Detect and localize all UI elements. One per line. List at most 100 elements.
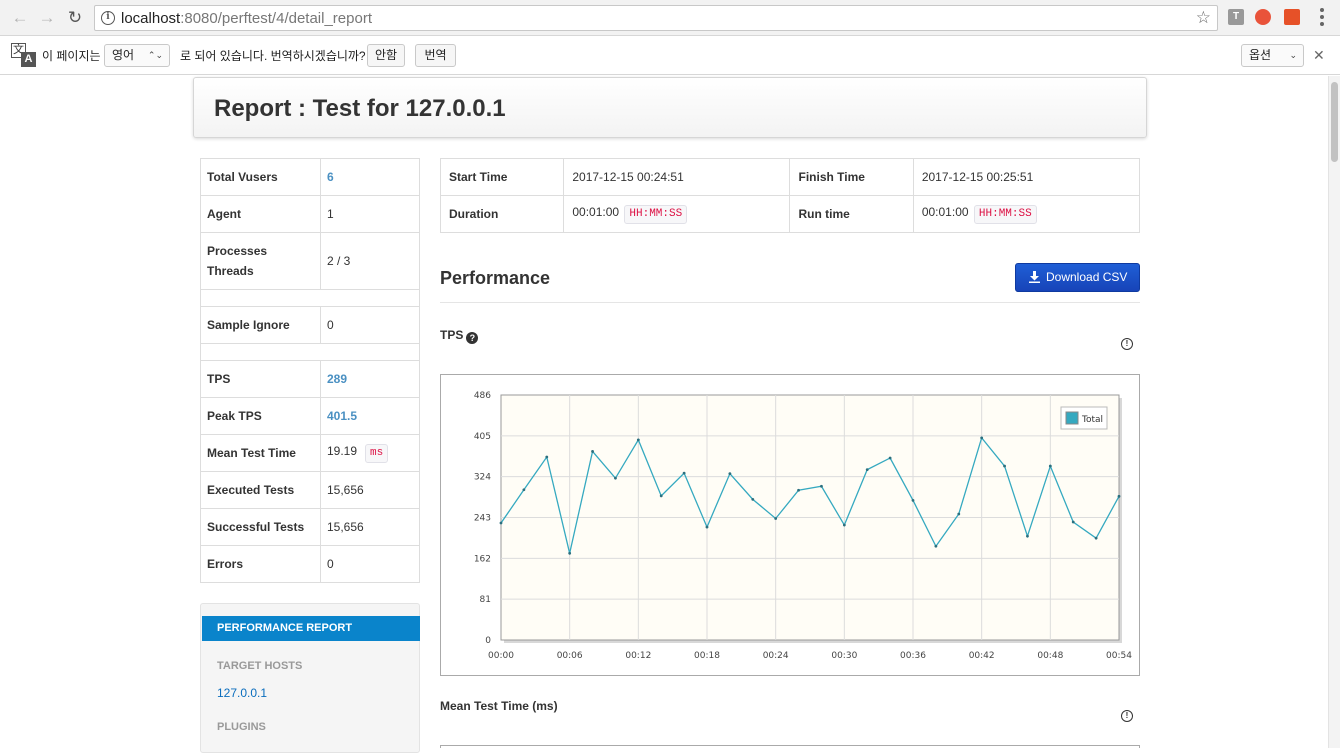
x-tick-label: 00:00 — [488, 651, 514, 661]
page-scrollbar[interactable] — [1328, 76, 1340, 748]
runtime-format-badge: HH:MM:SS — [973, 204, 1037, 224]
summary-value[interactable]: 401.5 — [327, 409, 357, 423]
data-point — [888, 456, 892, 460]
info-icon[interactable]: i — [101, 11, 115, 25]
time-row: Start Time 2017-12-15 00:24:51 Finish Ti… — [440, 158, 1140, 196]
runtime-label: Run time — [789, 195, 914, 233]
extension-t-icon[interactable]: T — [1228, 9, 1244, 25]
menu-item-performance-report[interactable]: PERFORMANCE REPORT — [202, 616, 420, 641]
x-tick-label: 00:48 — [1037, 651, 1063, 661]
data-point — [1117, 494, 1121, 498]
x-tick-label: 00:18 — [694, 651, 720, 661]
duration-value: 00:01:00 — [572, 204, 620, 219]
summary-value-cell: 15,656 — [320, 508, 420, 546]
finish-time-label: Finish Time — [789, 158, 914, 196]
data-point — [659, 494, 663, 498]
close-icon[interactable]: ✕ — [1313, 48, 1325, 62]
mean-test-time-info-icon[interactable]: ! — [1121, 710, 1133, 722]
tps-chart-svg: 0 81 162 243 324 405 486 00:00 00:06 00:12 00:18 00… — [474, 391, 1132, 661]
summary-label: Peak TPS — [200, 397, 321, 435]
data-point — [636, 438, 640, 442]
y-tick-label: 324 — [474, 473, 491, 483]
data-point — [774, 517, 778, 520]
summary-label: TPS — [200, 360, 321, 398]
data-point — [957, 512, 961, 516]
tps-label: TPS — [440, 328, 464, 342]
summary-value: 15,656 — [327, 483, 364, 497]
data-point — [499, 521, 503, 525]
y-tick-label: 405 — [474, 432, 491, 442]
data-point — [545, 455, 549, 459]
summary-value[interactable]: 289 — [327, 372, 347, 386]
x-tick-label: 00:54 — [1106, 651, 1132, 661]
unit-badge: ms — [365, 443, 389, 463]
tps-chart: 0 81 162 243 324 405 486 00:00 00:06 00:12 00:18 00… — [440, 374, 1140, 676]
summary-value-cell: 401.5 — [320, 397, 420, 435]
summary-value[interactable]: 6 — [327, 170, 334, 184]
extension-face-icon[interactable] — [1255, 9, 1271, 25]
summary-label: Successful Tests — [200, 508, 321, 546]
data-point — [728, 472, 732, 476]
download-csv-label: Download CSV — [1046, 270, 1128, 284]
summary-row: Peak TPS 401.5 — [200, 397, 420, 435]
summary-value-cell: 0 — [320, 306, 420, 344]
page-header: Report : Test for 127.0.0.1 — [193, 77, 1147, 138]
summary-row: TPS 289 — [200, 360, 420, 398]
duration-format-badge: HH:MM:SS — [624, 204, 688, 224]
browser-menu-icon[interactable] — [1320, 8, 1324, 26]
summary-label: Processes Threads — [200, 232, 321, 290]
legend-swatch — [1065, 411, 1079, 425]
summary-row: Successful Tests 15,656 — [200, 508, 420, 546]
summary-value-cell: 1 — [320, 195, 420, 233]
download-csv-button[interactable]: Download CSV — [1015, 263, 1140, 292]
y-tick-label: 162 — [474, 554, 491, 564]
forward-arrow-icon[interactable]: → — [36, 7, 58, 29]
y-tick-label: 0 — [485, 636, 491, 646]
summary-value-cell: 15,656 — [320, 471, 420, 509]
x-tick-label: 00:06 — [557, 651, 583, 661]
mean-test-time-label: Mean Test Time (ms) — [440, 699, 558, 713]
summary-label: Mean Test Time — [200, 434, 321, 472]
x-tick-label: 00:12 — [625, 651, 651, 661]
data-point — [1094, 536, 1098, 540]
extension-office-icon[interactable] — [1284, 9, 1300, 25]
options-select[interactable]: 옵션 ⌄ — [1241, 44, 1304, 67]
summary-table: Total Vusers 6 Agent 1 Processes Threads 2 / … — [200, 158, 420, 583]
summary-label: Total Vusers — [200, 158, 321, 196]
address-bar[interactable]: i localhost:8080/perftest/4/detail_repor… — [94, 5, 1218, 31]
reload-icon[interactable]: ↻ — [64, 7, 86, 29]
target-host-link[interactable]: 127.0.0.1 — [217, 686, 267, 700]
summary-spacer — [200, 289, 420, 307]
summary-value-cell: 2 / 3 — [320, 232, 420, 290]
data-point — [522, 488, 526, 492]
summary-row: Total Vusers 6 — [200, 158, 420, 196]
no-translate-button[interactable]: 안함 — [367, 44, 405, 67]
summary-row: Agent 1 — [200, 195, 420, 233]
summary-label: Sample Ignore — [200, 306, 321, 344]
data-point — [1026, 534, 1029, 538]
summary-value: 19.19 — [327, 443, 358, 458]
x-tick-label: 00:42 — [969, 651, 995, 661]
translate-button[interactable]: 번역 — [415, 44, 456, 67]
y-tick-label: 486 — [474, 391, 491, 401]
scrollbar-thumb[interactable] — [1331, 82, 1338, 162]
translate-icon: 文A — [11, 43, 37, 67]
report-menu: PERFORMANCE REPORT TARGET HOSTS 127.0.0.… — [200, 603, 420, 753]
divider — [440, 302, 1140, 303]
language-select[interactable]: 영어 ⌃⌄ — [104, 44, 170, 67]
bookmark-star-icon[interactable]: ☆ — [1196, 8, 1211, 28]
data-point — [820, 484, 823, 488]
tps-info-icon[interactable]: ! — [1121, 338, 1133, 350]
download-icon — [1029, 271, 1040, 283]
performance-title: Performance — [440, 268, 551, 288]
duration-cell: 00:01:00 HH:MM:SS — [563, 195, 790, 233]
summary-value-cell: 289 — [320, 360, 420, 398]
back-arrow-icon[interactable]: ← — [9, 7, 31, 29]
summary-row: Errors 0 — [200, 545, 420, 583]
time-row: Duration 00:01:00 HH:MM:SS Run time 00:0… — [440, 195, 1140, 233]
help-icon[interactable]: ? — [466, 332, 479, 344]
target-hosts-header: TARGET HOSTS — [217, 660, 303, 672]
start-time-value: 2017-12-15 00:24:51 — [563, 158, 790, 196]
summary-value-cell: 19.19 ms — [320, 434, 420, 472]
url-text[interactable]: localhost:8080/perftest/4/detail_report — [121, 10, 372, 27]
